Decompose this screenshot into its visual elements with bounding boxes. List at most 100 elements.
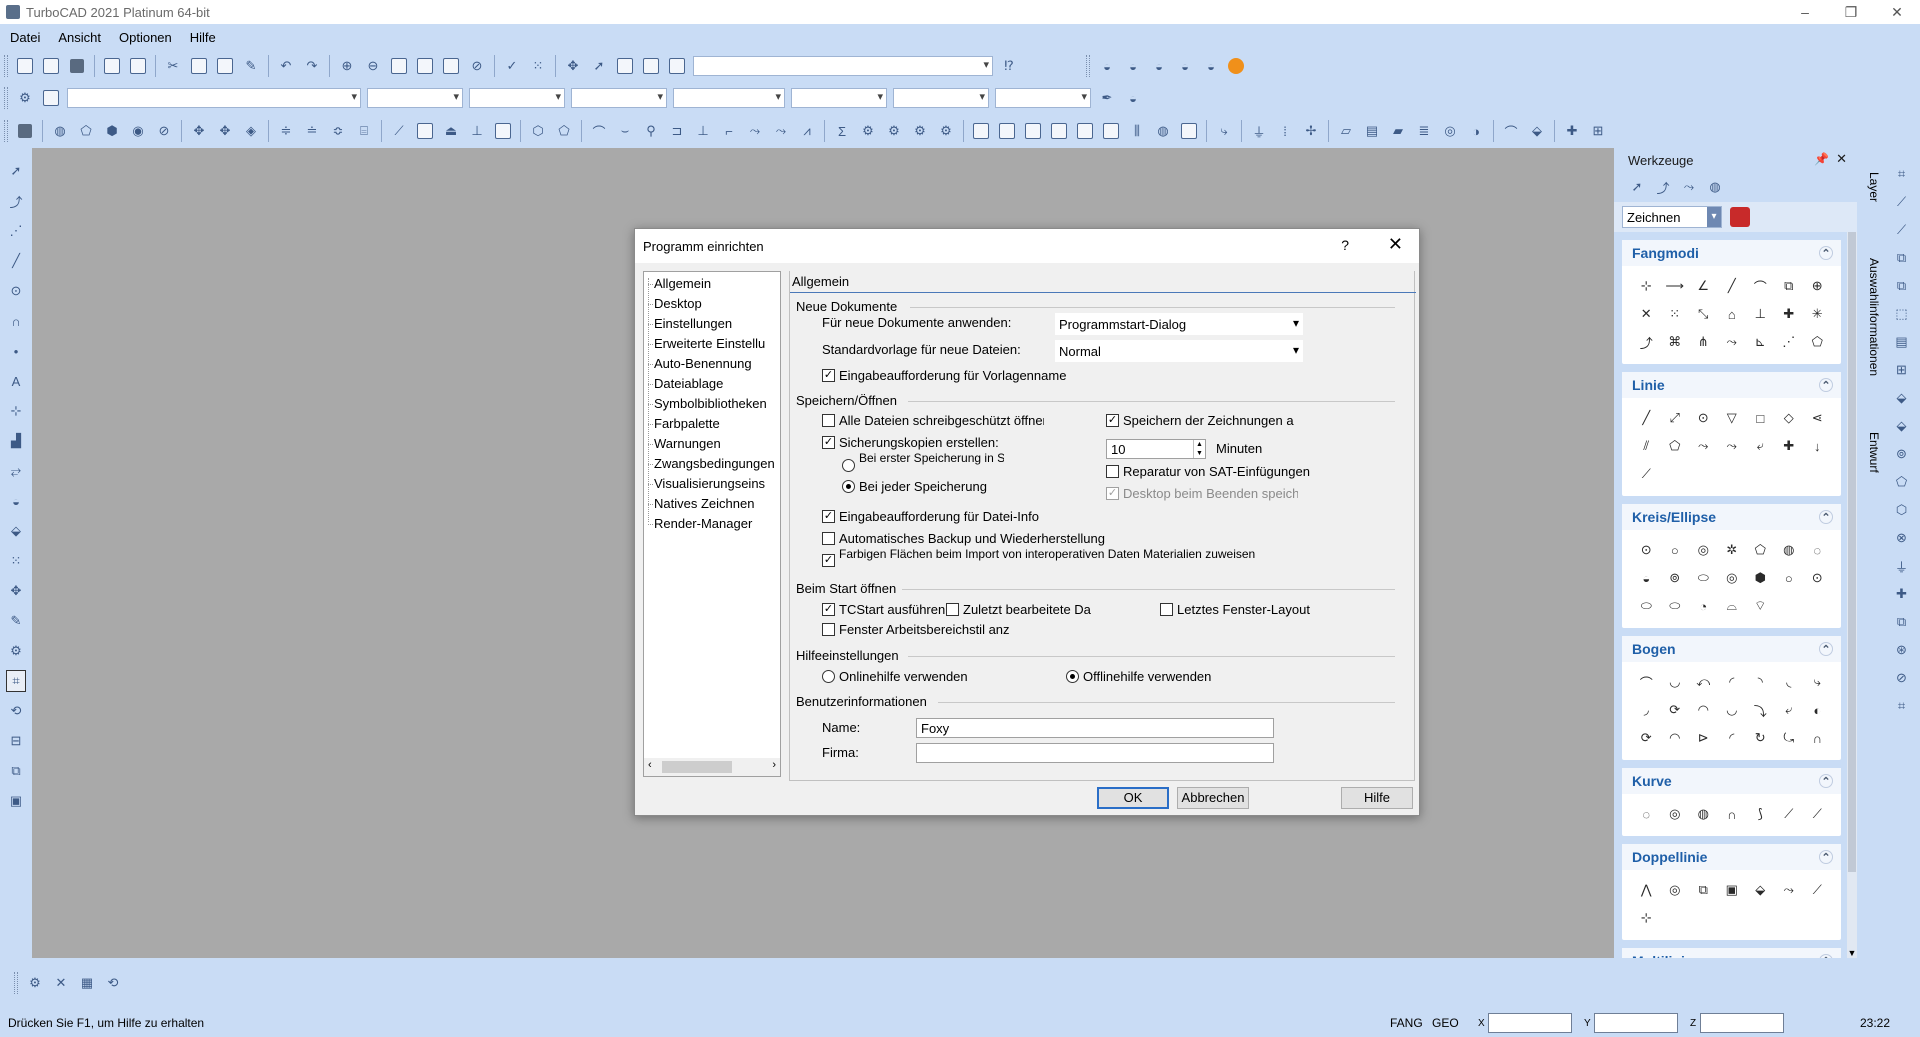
point-icon[interactable]: ⋰ — [6, 220, 26, 242]
view-tool-icon[interactable]: ⬙ — [1892, 388, 1912, 408]
modify-tool-icon[interactable]: ≎ — [328, 121, 348, 141]
view-tool-icon[interactable]: ▤ — [1892, 332, 1912, 352]
tool-icon[interactable]: □ — [1746, 404, 1775, 432]
tool-icon[interactable]: ⊚ — [1661, 564, 1690, 592]
new-file-icon[interactable] — [15, 56, 35, 76]
vorlage-select[interactable]: Normal — [1055, 340, 1303, 362]
modify-tool-icon[interactable]: ⌒ — [589, 121, 609, 141]
tool-icon[interactable]: ⊹ — [1632, 272, 1661, 300]
tool-icon[interactable]: ○ — [1775, 564, 1804, 592]
tool-icon[interactable]: ✕ — [1632, 300, 1661, 328]
zoom-extents-icon[interactable] — [415, 56, 435, 76]
dot-icon[interactable]: • — [6, 340, 26, 362]
desktop-beenden-checkbox[interactable]: ✓ — [1106, 487, 1119, 500]
modify-tool-icon[interactable]: ✥ — [215, 121, 235, 141]
line-icon[interactable]: ╱ — [6, 250, 26, 272]
view-tool-icon[interactable]: ⟋ — [1892, 220, 1912, 240]
tool-icon[interactable]: ◎ — [1661, 800, 1690, 828]
context-help-icon[interactable]: ⁉ — [999, 56, 1019, 76]
layer-combo[interactable] — [67, 88, 361, 108]
modify-tool-icon[interactable]: ⩘ — [797, 121, 817, 141]
modify-tool-icon[interactable]: ⬠ — [76, 121, 96, 141]
tool-icon[interactable]: ⤳ — [1775, 876, 1804, 904]
tool-icon[interactable]: ⤴ — [1632, 328, 1661, 356]
jeder-speicherung-radio[interactable] — [842, 480, 855, 493]
firma-field[interactable] — [916, 743, 1274, 763]
tree-item-auto-benennung[interactable]: Auto-Benennung — [648, 354, 752, 374]
zoom-in-icon[interactable]: ⊕ — [337, 56, 357, 76]
tool-icon[interactable]: ⧉ — [1689, 876, 1718, 904]
tool-icon[interactable]: ⊙ — [1689, 404, 1718, 432]
view-tool-icon[interactable]: ⊞ — [1892, 360, 1912, 380]
tool-icon[interactable]: ⋔ — [1689, 328, 1718, 356]
modify-tool-icon[interactable]: ⬢ — [102, 121, 122, 141]
modify-tool-icon[interactable] — [971, 121, 991, 141]
tool-group-header[interactable]: Linie ⌃ — [1622, 372, 1841, 398]
erster-speicherung-radio[interactable] — [842, 459, 855, 472]
tool-icon[interactable]: ↓ — [1803, 432, 1832, 460]
properties-gear-icon[interactable]: ⚙ — [15, 88, 35, 108]
tool-icon[interactable]: ◍ — [1689, 800, 1718, 828]
modify-tool-icon[interactable]: ⌣ — [615, 121, 635, 141]
block-tool-icon[interactable] — [641, 56, 661, 76]
tool-icon[interactable]: ⬙ — [1746, 876, 1775, 904]
view-tool-icon[interactable]: ⟋ — [1892, 192, 1912, 212]
view-tool-icon[interactable]: ⬡ — [1892, 500, 1912, 520]
menu-datei[interactable]: Datei — [10, 30, 40, 45]
modify-tool-icon[interactable]: ◍ — [1153, 121, 1173, 141]
match-properties-icon[interactable]: ◒ — [1123, 88, 1143, 108]
tool-icon[interactable]: ⌔ — [1746, 592, 1775, 620]
toolbar-grip[interactable] — [4, 87, 8, 109]
3d-tools-icon[interactable] — [15, 121, 35, 141]
eraser-icon[interactable]: ⬙ — [6, 520, 26, 542]
modify-tool-icon[interactable]: ⁞ — [1275, 121, 1295, 141]
modify-tool-icon[interactable]: ⊞ — [1588, 121, 1608, 141]
tree-item-render-manager[interactable]: Render-Manager — [647, 514, 752, 534]
tool-icon[interactable]: ⤳ — [1689, 432, 1718, 460]
add-icon[interactable]: ✚ — [1562, 121, 1582, 141]
tool-icon[interactable]: ◝ — [1746, 668, 1775, 696]
modify-tool-icon[interactable]: ⚙ — [858, 121, 878, 141]
modify-tool-icon[interactable] — [1101, 121, 1121, 141]
cancel-button[interactable]: Abbrechen — [1177, 787, 1249, 809]
tool-icon[interactable]: ⌓ — [1718, 592, 1747, 620]
tool-icon[interactable]: ◒ — [1632, 564, 1661, 592]
modify-tool-icon[interactable]: ⬠ — [554, 121, 574, 141]
collapse-chevron-icon[interactable]: ⌃ — [1819, 378, 1833, 392]
tool-icon[interactable]: ⤶ — [1775, 696, 1804, 724]
tool-icon[interactable]: ⟋ — [1775, 800, 1804, 828]
render-sphere-icon[interactable] — [1228, 58, 1244, 74]
panel-close-icon[interactable]: ✕ — [1836, 151, 1847, 167]
eyedropper-icon[interactable]: ✒ — [1097, 88, 1117, 108]
window-close-button[interactable]: ✕ — [1874, 0, 1920, 24]
tool-icon[interactable]: ▽ — [1718, 404, 1747, 432]
spell-check-icon[interactable]: ✓ — [502, 56, 522, 76]
tool-icon[interactable]: ⤵ — [1746, 696, 1775, 724]
modify-tool-icon[interactable]: ◑ — [1466, 121, 1486, 141]
polyline-icon[interactable]: ⤳ — [1679, 177, 1699, 197]
menu-optionen[interactable]: Optionen — [119, 30, 172, 45]
restore-button[interactable]: ❐ — [1828, 0, 1874, 24]
paint-bucket-icon[interactable] — [1730, 207, 1750, 227]
snap-tool-icon[interactable]: ✥ — [563, 56, 583, 76]
modify-tool-icon[interactable]: ⤳ — [771, 121, 791, 141]
y-coord-field[interactable] — [1594, 1013, 1678, 1033]
status-geo[interactable]: GEO — [1432, 1016, 1459, 1030]
selection-window-icon[interactable]: ⌗ — [6, 670, 26, 692]
view-tool-icon[interactable]: ⊘ — [1892, 668, 1912, 688]
zuletzt-checkbox[interactable] — [946, 603, 959, 616]
minimize-button[interactable]: – — [1782, 0, 1828, 24]
tool-icon[interactable]: ⌒ — [1746, 272, 1775, 300]
tool-icon[interactable]: ◎ — [1718, 564, 1747, 592]
tool-icon[interactable]: ⋰ — [1775, 328, 1804, 356]
modify-tool-icon[interactable]: ⚙ — [910, 121, 930, 141]
tree-item-farbpalette[interactable]: Farbpalette — [648, 414, 720, 434]
tool-icon[interactable]: ⋀ — [1632, 876, 1661, 904]
tool-icon[interactable]: ⬠ — [1661, 432, 1690, 460]
open-file-icon[interactable] — [41, 56, 61, 76]
tool-icon[interactable]: ◌ — [1632, 800, 1661, 828]
tool-icon[interactable]: ⌂ — [1718, 300, 1747, 328]
tool-icon[interactable]: ⬢ — [1746, 564, 1775, 592]
tool-group-header[interactable]: Bogen ⌃ — [1622, 636, 1841, 662]
modify-tool-icon[interactable]: ⬡ — [528, 121, 548, 141]
